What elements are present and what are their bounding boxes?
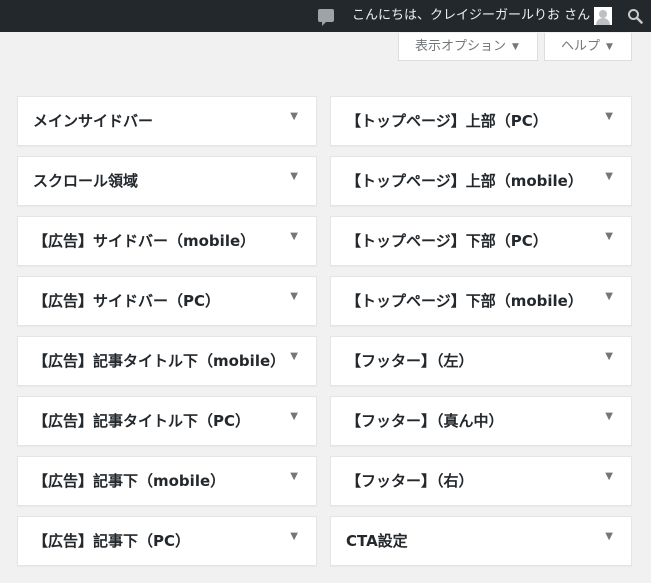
widget-area-ad-sidebar-mobile[interactable]: 【広告】サイドバー（mobile） ▼	[17, 216, 317, 266]
search-icon[interactable]	[627, 8, 643, 24]
widget-area-scroll[interactable]: スクロール領域 ▼	[17, 156, 317, 206]
widget-area-title: 【フッター】（右）	[346, 472, 474, 490]
widget-area-top-lower-mobile[interactable]: 【トップページ】下部（mobile） ▼	[330, 276, 632, 326]
widget-area-title: 【トップページ】下部（PC）	[346, 232, 548, 250]
widget-area-title: 【広告】記事タイトル下（mobile）	[33, 352, 286, 370]
widget-area-title: メインサイドバー	[33, 112, 154, 130]
toggle-arrow-icon[interactable]: ▼	[290, 531, 298, 543]
toggle-arrow-icon[interactable]: ▼	[290, 171, 298, 183]
avatar[interactable]	[594, 7, 612, 25]
toggle-arrow-icon[interactable]: ▼	[290, 471, 298, 483]
chevron-down-icon: ▼	[606, 42, 613, 52]
toggle-arrow-icon[interactable]: ▼	[290, 111, 298, 123]
widget-area-title: 【トップページ】上部（mobile）	[346, 172, 583, 190]
widget-area-ad-under-article-pc[interactable]: 【広告】記事下（PC） ▼	[17, 516, 317, 566]
widget-area-top-upper-mobile[interactable]: 【トップページ】上部（mobile） ▼	[330, 156, 632, 206]
widget-area-title: CTA設定	[346, 532, 408, 550]
toggle-arrow-icon[interactable]: ▼	[605, 471, 613, 483]
widget-area-title: スクロール領域	[33, 172, 139, 190]
widget-area-title: 【広告】記事下（PC）	[33, 532, 191, 550]
comment-icon[interactable]	[318, 9, 334, 26]
widget-area-main-sidebar[interactable]: メインサイドバー ▼	[17, 96, 317, 146]
widget-area-title: 【フッター】（左）	[346, 352, 474, 370]
toggle-arrow-icon[interactable]: ▼	[605, 531, 613, 543]
widget-area-ad-under-title-pc[interactable]: 【広告】記事タイトル下（PC） ▼	[17, 396, 317, 446]
toggle-arrow-icon[interactable]: ▼	[290, 231, 298, 243]
widget-area-title: 【トップページ】下部（mobile）	[346, 292, 583, 310]
widget-area-footer-right[interactable]: 【フッター】（右） ▼	[330, 456, 632, 506]
chevron-down-icon: ▼	[512, 42, 519, 52]
admin-bar: こんにちは、クレイジーガールりお さん	[0, 0, 651, 32]
widget-area-ad-under-title-mobile[interactable]: 【広告】記事タイトル下（mobile） ▼	[17, 336, 317, 386]
toggle-arrow-icon[interactable]: ▼	[605, 171, 613, 183]
toggle-arrow-icon[interactable]: ▼	[605, 231, 613, 243]
screen-options-button[interactable]: 表示オプション ▼	[398, 33, 538, 61]
toggle-arrow-icon[interactable]: ▼	[290, 411, 298, 423]
toggle-arrow-icon[interactable]: ▼	[290, 291, 298, 303]
toggle-arrow-icon[interactable]: ▼	[605, 351, 613, 363]
widget-area-top-upper-pc[interactable]: 【トップページ】上部（PC） ▼	[330, 96, 632, 146]
widget-area-title: 【広告】サイドバー（PC）	[33, 292, 221, 310]
widget-area-top-lower-pc[interactable]: 【トップページ】下部（PC） ▼	[330, 216, 632, 266]
widget-area-cta[interactable]: CTA設定 ▼	[330, 516, 632, 566]
widget-area-title: 【フッター】（真ん中）	[346, 412, 504, 430]
help-label: ヘルプ	[561, 39, 601, 54]
toggle-arrow-icon[interactable]: ▼	[605, 111, 613, 123]
toggle-arrow-icon[interactable]: ▼	[605, 411, 613, 423]
help-button[interactable]: ヘルプ ▼	[544, 33, 632, 61]
toggle-arrow-icon[interactable]: ▼	[290, 351, 298, 363]
screen-options-label: 表示オプション	[415, 39, 507, 54]
toggle-arrow-icon[interactable]: ▼	[605, 291, 613, 303]
widget-area-title: 【広告】サイドバー（mobile）	[33, 232, 256, 250]
widget-area-ad-sidebar-pc[interactable]: 【広告】サイドバー（PC） ▼	[17, 276, 317, 326]
widget-area-footer-left[interactable]: 【フッター】（左） ▼	[330, 336, 632, 386]
widget-area-title: 【広告】記事タイトル下（PC）	[33, 412, 251, 430]
widget-area-ad-under-article-mobile[interactable]: 【広告】記事下（mobile） ▼	[17, 456, 317, 506]
user-greeting[interactable]: こんにちは、クレイジーガールりお さん	[352, 8, 590, 24]
widget-area-footer-center[interactable]: 【フッター】（真ん中） ▼	[330, 396, 632, 446]
widget-area-title: 【トップページ】上部（PC）	[346, 112, 548, 130]
widget-area-title: 【広告】記事下（mobile）	[33, 472, 226, 490]
